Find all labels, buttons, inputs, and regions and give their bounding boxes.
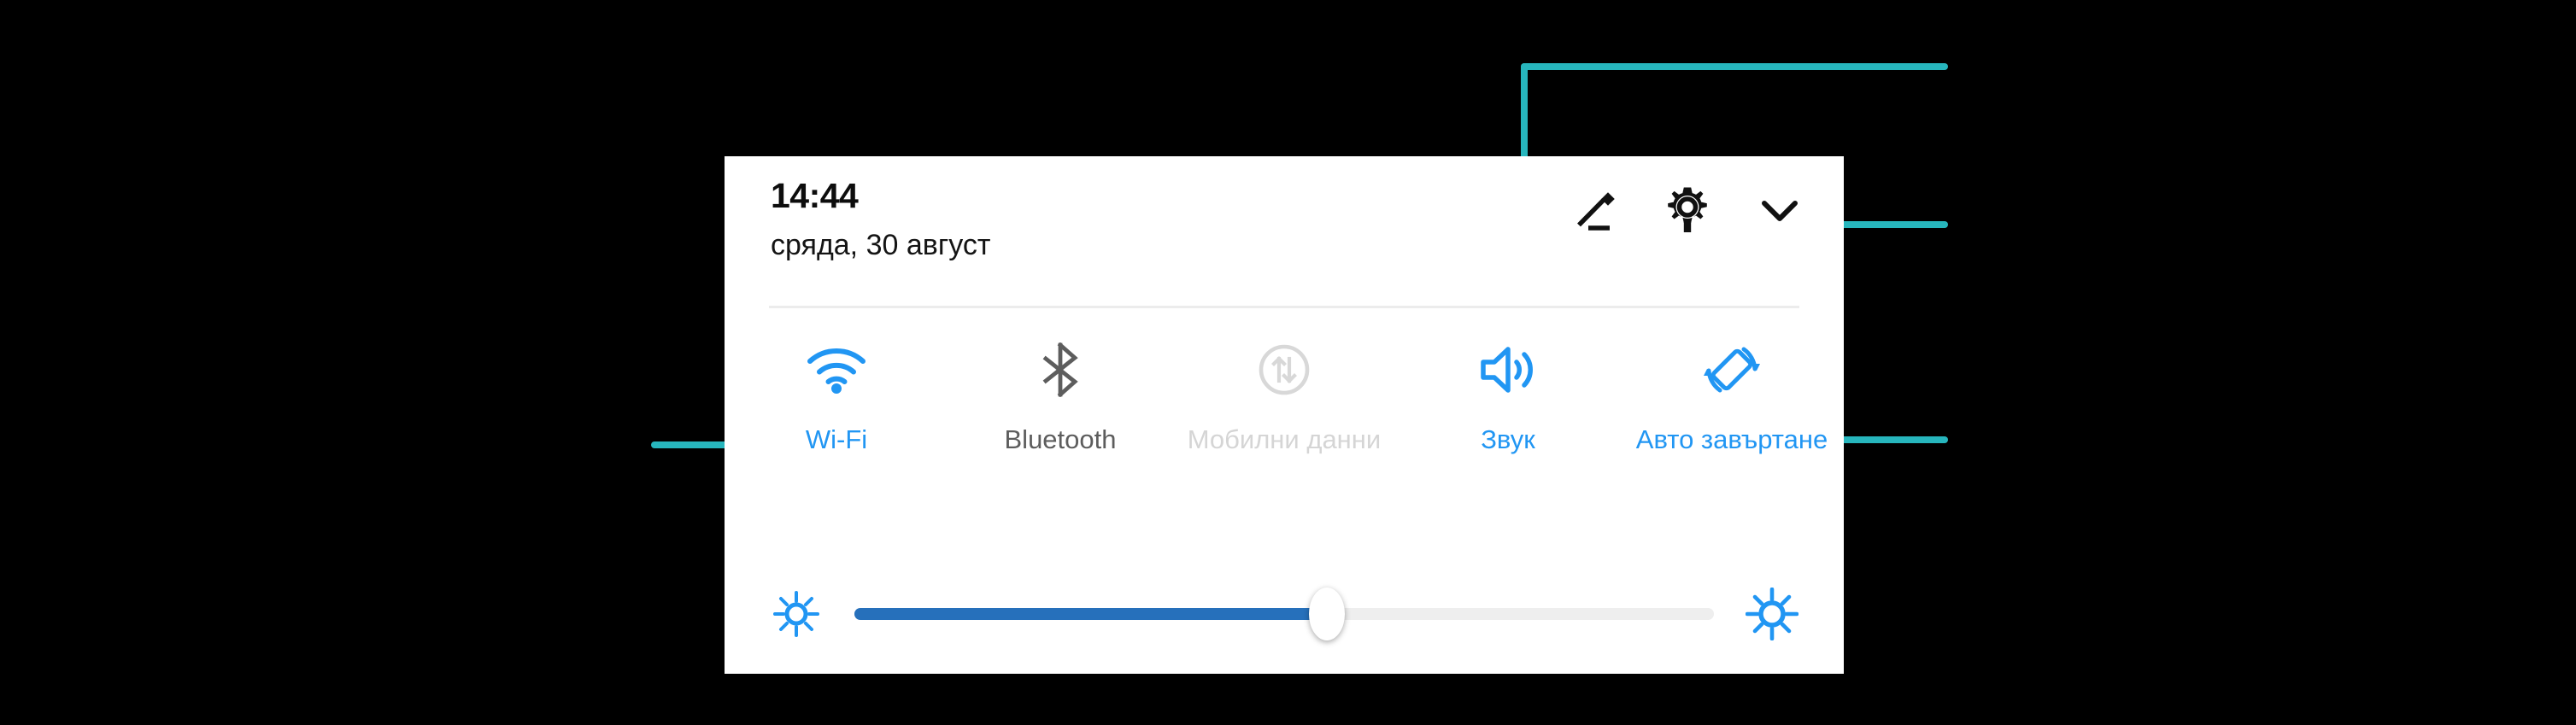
sound-tile-label: Звук (1481, 424, 1535, 454)
wifi-icon (805, 342, 868, 397)
auto-rotate-tile[interactable]: Авто завъртане (1620, 324, 1844, 457)
auto-rotate-tile-label: Авто завъртане (1635, 424, 1828, 454)
brightness-slider-fill (854, 608, 1328, 620)
brightness-low-icon[interactable] (766, 589, 827, 639)
clock-block: 14:44 сряда, 30 август (771, 175, 990, 264)
wifi-tile-label: Wi-Fi (805, 424, 868, 454)
sound-tile[interactable]: Звук (1396, 324, 1620, 457)
quick-settings-tiles: Wi-Fi Bluetooth Мобилни данни Звук Авто … (725, 324, 1844, 457)
bluetooth-tile-label: Bluetooth (1004, 424, 1117, 454)
mobile-data-tile[interactable]: Мобилни данни (1172, 324, 1396, 457)
brightness-high-icon[interactable] (1741, 588, 1803, 640)
chevron-down-icon[interactable] (1755, 185, 1804, 235)
brightness-slider-thumb[interactable] (1309, 588, 1346, 640)
header-divider (769, 306, 1799, 308)
bluetooth-tile[interactable]: Bluetooth (948, 324, 1172, 457)
edit-icon[interactable] (1570, 185, 1620, 235)
header-actions (1570, 185, 1804, 235)
volume-icon (1479, 342, 1537, 397)
bluetooth-icon (1038, 342, 1083, 397)
gear-icon[interactable] (1663, 185, 1712, 235)
quick-settings-header: 14:44 сряда, 30 август (725, 156, 1844, 306)
quick-settings-panel: 14:44 сряда, 30 август Wi-Fi Bluetooth М… (725, 156, 1844, 674)
mobile-data-icon (1257, 342, 1311, 397)
edit-callout-horizontal-line (1521, 63, 1948, 70)
brightness-slider[interactable] (854, 588, 1714, 640)
clock-time: 14:44 (771, 176, 859, 215)
wifi-tile[interactable]: Wi-Fi (725, 324, 948, 457)
clock-date: сряда, 30 август (771, 229, 991, 261)
brightness-row (725, 575, 1844, 653)
auto-rotate-icon (1704, 342, 1760, 397)
mobile-data-tile-label: Мобилни данни (1187, 424, 1382, 454)
